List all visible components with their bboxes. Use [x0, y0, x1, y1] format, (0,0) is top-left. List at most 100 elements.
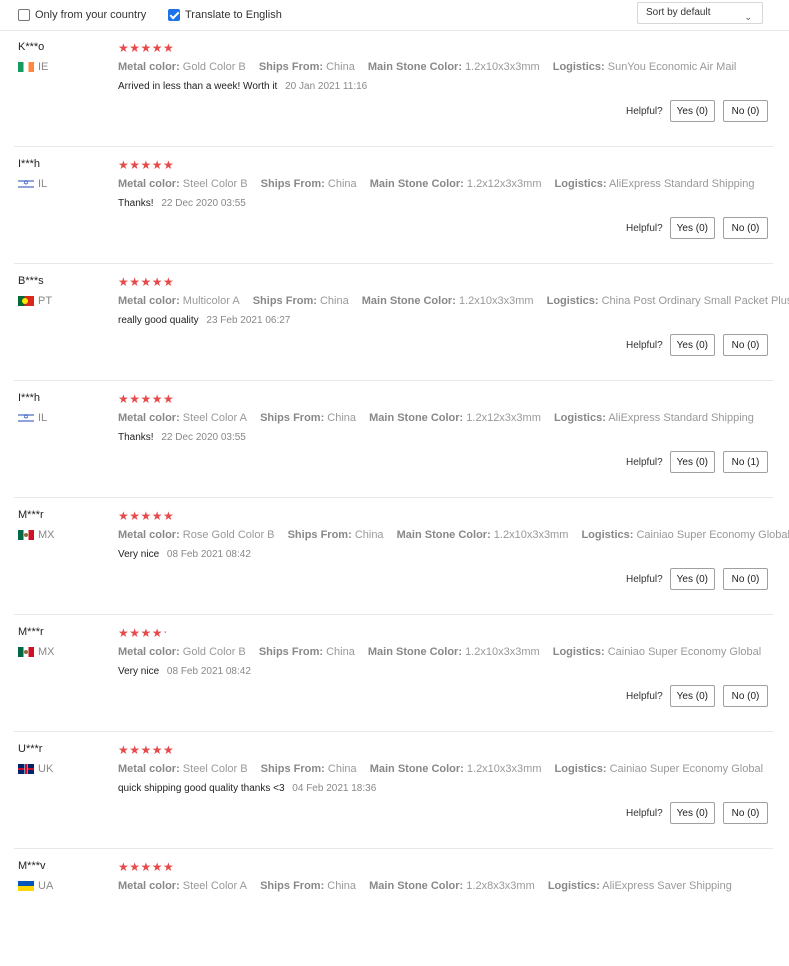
reviewer-country: PT [18, 295, 52, 307]
logistics-label: Logistics: [581, 529, 634, 541]
logistics-value: Cainiao Super Economy Global [607, 646, 762, 658]
metal-color-value: Steel Color B [182, 178, 248, 190]
helpful-yes-button[interactable]: Yes (0) [669, 100, 715, 122]
translate-label: Translate to English [185, 9, 282, 21]
star-rating: ★★★★★ [118, 509, 175, 523]
main-stone-color-value: 1.2x10x3x3mm [465, 646, 540, 658]
review-attributes: Metal color: Rose Gold Color B Ships Fro… [118, 529, 789, 541]
only-from-country-checkbox[interactable] [18, 9, 30, 21]
helpful-label: Helpful? [625, 807, 663, 819]
review-text: Very nice 08 Feb 2021 08:42 [118, 549, 251, 560]
star-rating: ★★★★★ [118, 860, 175, 874]
logistics-value: SunYou Economic Air Mail [607, 61, 737, 73]
review-body: Very nice [118, 549, 160, 560]
logistics-value: China Post Ordinary Small Packet Plus [601, 295, 789, 307]
country-code: IE [38, 61, 49, 73]
metal-color-value: Steel Color B [182, 763, 248, 775]
flag-il-icon: ✡ [18, 179, 34, 189]
main-stone-color-label: Main Stone Color: [361, 295, 456, 307]
review-date: 22 Dec 2020 03:55 [161, 198, 246, 209]
ships-from-value: China [354, 529, 384, 541]
review-item: M***v UA ★★★★★ Metal color: Steel Color … [0, 849, 789, 966]
metal-color-label: Metal color: [118, 880, 180, 892]
logistics-label: Logistics: [554, 178, 607, 190]
helpful-yes-button[interactable]: Yes (0) [669, 802, 715, 824]
review-item: M***r MX ★★★★★ Metal color: Rose Gold Co… [0, 498, 789, 615]
sort-select[interactable]: Sort by default ⌄ [637, 2, 763, 24]
metal-color-label: Metal color: [118, 529, 180, 541]
main-stone-color-value: 1.2x10x3x3mm [466, 763, 542, 775]
ships-from-label: Ships From: [260, 763, 325, 775]
review-date: 08 Feb 2021 08:42 [166, 549, 251, 560]
helpful-no-button[interactable]: No (0) [723, 685, 768, 707]
star-icon: ★ [129, 626, 141, 640]
reviewer-country: ✡ IL [18, 178, 47, 190]
helpful-label: Helpful? [625, 573, 663, 585]
metal-color-value: Gold Color B [182, 646, 246, 658]
logistics-value: Cainiao Super Economy Global [609, 763, 764, 775]
main-stone-color-label: Main Stone Color: [369, 763, 464, 775]
metal-color-value: Gold Color B [182, 61, 246, 73]
logistics-label: Logistics: [552, 61, 605, 73]
helpful-yes-button[interactable]: Yes (0) [669, 568, 715, 590]
flag-uk-icon [18, 764, 34, 774]
translate-filter[interactable]: Translate to English [168, 8, 282, 22]
ships-from-value: China [327, 412, 357, 424]
review-body: really good quality [118, 315, 199, 326]
logistics-value: AliExpress Saver Shipping [602, 880, 732, 892]
main-stone-color-value: 1.2x12x3x3mm [466, 178, 542, 190]
ships-from-label: Ships From: [260, 412, 325, 424]
logistics-label: Logistics: [553, 412, 606, 424]
translate-checkbox[interactable] [168, 9, 180, 21]
helpful-yes-button[interactable]: Yes (0) [669, 334, 715, 356]
star-rating: ★★★★★ [118, 158, 175, 172]
helpful-label: Helpful? [625, 222, 663, 234]
reviewer-name: M***v [18, 860, 46, 872]
star-rating: ★★★★★ [118, 626, 166, 640]
helpful-no-button[interactable]: No (0) [723, 334, 768, 356]
reviewer-country: UK [18, 763, 53, 775]
review-text: Thanks! 22 Dec 2020 03:55 [118, 198, 246, 209]
reviewer-name: I***h [18, 158, 41, 170]
review-attributes: Metal color: Steel Color A Ships From: C… [118, 880, 742, 892]
review-text: Arrived in less than a week! Worth it 20… [118, 81, 367, 92]
review-text: really good quality 23 Feb 2021 06:27 [118, 315, 290, 326]
main-stone-color-label: Main Stone Color: [396, 529, 491, 541]
main-stone-color-value: 1.2x10x3x3mm [458, 295, 534, 307]
main-stone-color-value: 1.2x10x3x3mm [493, 529, 569, 541]
review-text: quick shipping good quality thanks <3 04… [118, 783, 376, 794]
star-of-david-icon: ✡ [23, 414, 29, 421]
only-from-country-filter[interactable]: Only from your country [18, 8, 146, 22]
metal-color-label: Metal color: [118, 646, 180, 658]
ships-from-value: China [326, 61, 355, 73]
review-attributes: Metal color: Gold Color B Ships From: Ch… [118, 61, 746, 73]
ships-from-value: China [327, 880, 357, 892]
helpful-no-button[interactable]: No (1) [723, 451, 768, 473]
review-item: B***s PT ★★★★★ Metal color: Multicolor A… [0, 264, 789, 381]
main-stone-color-value: 1.2x12x3x3mm [466, 412, 541, 424]
metal-color-label: Metal color: [118, 763, 180, 775]
ships-from-value: China [327, 178, 357, 190]
helpful-no-button[interactable]: No (0) [723, 217, 768, 239]
main-stone-color-value: 1.2x10x3x3mm [465, 61, 540, 73]
review-attributes: Metal color: Multicolor A Ships From: Ch… [118, 295, 789, 307]
review-item: I***h ✡ IL ★★★★★ Metal color: Steel Colo… [0, 147, 789, 264]
review-text: Very nice 08 Feb 2021 08:42 [118, 666, 251, 677]
star-icon: ★ [140, 626, 152, 640]
helpful-yes-button[interactable]: Yes (0) [669, 451, 715, 473]
helpful-no-button[interactable]: No (0) [723, 802, 768, 824]
helpful-yes-button[interactable]: Yes (0) [669, 685, 715, 707]
metal-color-value: Rose Gold Color B [182, 529, 275, 541]
reviewer-name: I***h [18, 392, 41, 404]
metal-color-label: Metal color: [118, 178, 180, 190]
review-date: 22 Dec 2020 03:55 [161, 432, 246, 443]
metal-color-value: Steel Color A [182, 880, 247, 892]
only-from-country-label: Only from your country [35, 9, 147, 21]
main-stone-color-value: 1.2x8x3x3mm [466, 880, 535, 892]
flag-ua-icon [18, 881, 34, 891]
helpful-no-button[interactable]: No (0) [723, 568, 768, 590]
helpful-yes-button[interactable]: Yes (0) [669, 217, 715, 239]
helpful-no-button[interactable]: No (0) [723, 100, 768, 122]
helpful-controls: Helpful? Yes (0) No (0) [626, 568, 768, 590]
review-attributes: Metal color: Steel Color B Ships From: C… [118, 178, 764, 190]
